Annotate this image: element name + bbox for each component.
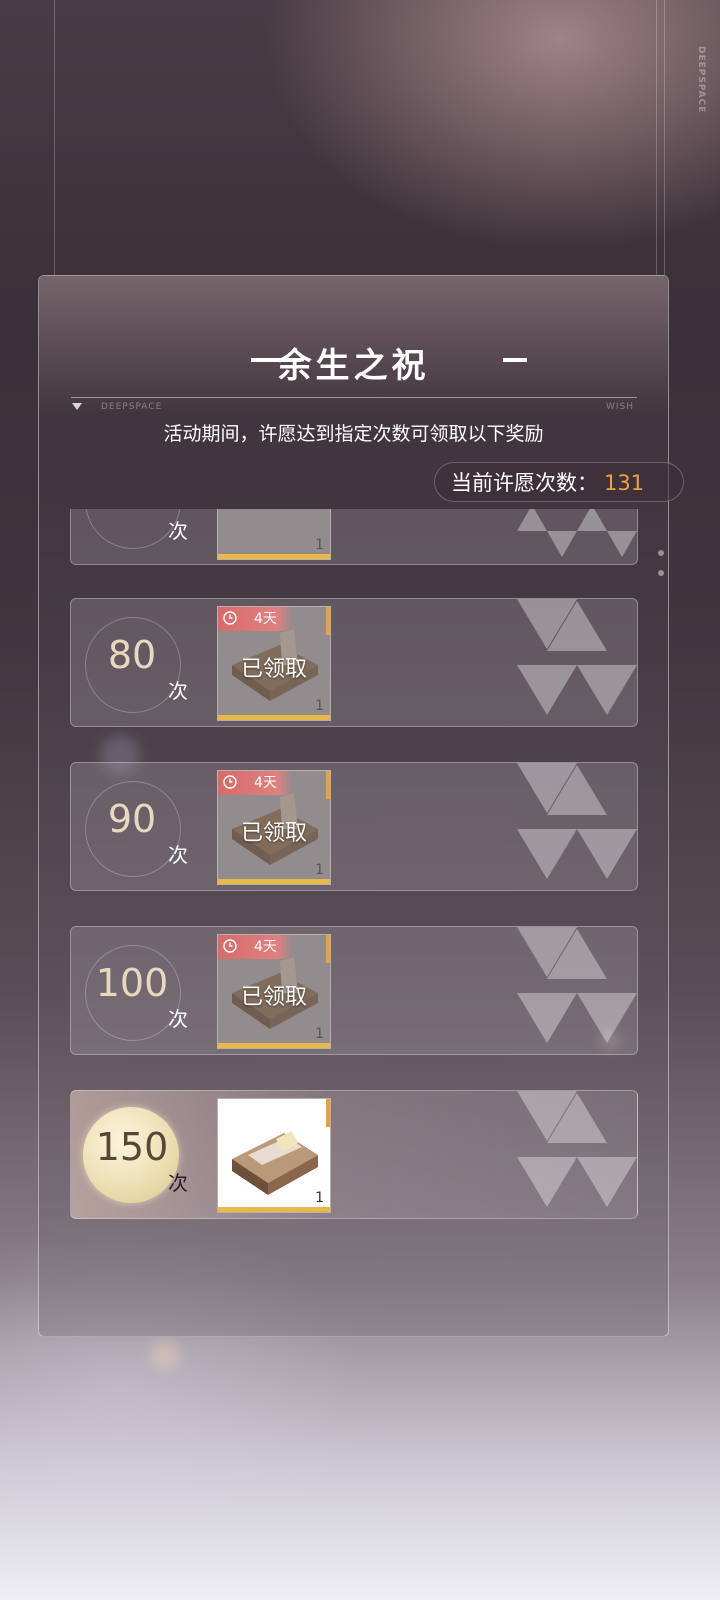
triangle-pattern [517,927,637,1043]
wish-reward-panel: 余生之祝 DEEPSPACE WISH 活动期间，许愿达到指定次数可领取以下奖励… [38,275,684,1337]
reward-item[interactable]: 1 [217,1098,331,1213]
frame-line-right [656,0,657,275]
goal-unit: 次 [168,1007,188,1031]
frame-line-left [54,0,55,275]
claimed-label: 已领取 [240,821,307,846]
goal-count: 90 [107,797,157,841]
time-limit-badge: 4天 [218,935,292,959]
item-frame-bar [218,1043,330,1048]
clock-icon [223,939,237,953]
title-decoration-right [503,358,527,362]
goal-count: 150 [95,1125,169,1169]
goal-unit: 次 [168,1171,188,1195]
reward-row[interactable]: 80 次 4天 已领取 1 [70,598,638,727]
panel-title: 余生之祝 [277,346,430,386]
time-limit-text: 4天 [254,775,277,791]
goal-count: 100 [95,961,169,1005]
gift-box-icon [232,1131,318,1195]
triangle-pattern [517,763,637,879]
item-frame-bar [218,1207,330,1212]
claimed-label: 已领取 [240,657,307,682]
item-quantity: 1 [315,698,324,714]
reward-row[interactable]: 100 次 4天 已领取 1 [70,926,638,1055]
scroll-indicator-dot [658,550,664,556]
goal-unit: 次 [168,519,188,543]
header-right-label: WISH [605,402,634,412]
triangle-down-icon [72,403,82,410]
item-quantity: 1 [315,862,324,878]
rarity-bar [326,935,330,963]
item-frame-bar [218,715,330,720]
triangle-pattern [517,599,637,715]
clock-icon [223,775,237,789]
item-frame-bar [218,879,330,884]
bokeh-light [150,1340,180,1370]
reward-item[interactable]: 4天 已领取 1 [217,770,331,885]
reward-item[interactable]: 4天 已领取 1 [217,606,331,721]
goal-count: 80 [107,633,157,677]
rarity-bar [326,607,330,635]
item-quantity: 1 [315,1026,324,1042]
scroll-indicator-dot [658,570,664,576]
rarity-bar [326,771,330,799]
time-limit-text: 4天 [254,611,277,627]
wish-count-label: 当前许愿次数： [451,471,598,495]
item-quantity: 1 [315,1190,324,1206]
wish-count-badge: 当前许愿次数： 131 [434,462,684,502]
goal-unit: 次 [168,679,188,703]
item-frame-bar [218,554,330,559]
time-limit-badge: 4天 [218,607,292,631]
triangle-pattern [517,1091,637,1207]
goal-unit: 次 [168,843,188,867]
clock-icon [223,611,237,625]
header-left-label: DEEPSPACE [101,402,163,412]
time-limit-badge: 4天 [218,771,292,795]
wish-count-value: 131 [604,471,645,495]
header-divider [71,397,637,398]
reward-row[interactable]: 150 次 1 [70,1090,638,1219]
reward-item[interactable]: 4天 已领取 1 [217,934,331,1049]
frame-line-right-2 [664,0,665,275]
time-limit-text: 4天 [254,939,277,955]
rarity-bar [326,1099,330,1127]
reward-row[interactable]: 90 次 4天 已领取 1 [70,762,638,891]
panel-subtitle: 活动期间，许愿达到指定次数可领取以下奖励 [163,423,544,445]
deepspace-watermark: DEEPSPACE [696,46,706,114]
claimed-label: 已领取 [240,985,307,1010]
item-quantity: 1 [315,537,324,553]
